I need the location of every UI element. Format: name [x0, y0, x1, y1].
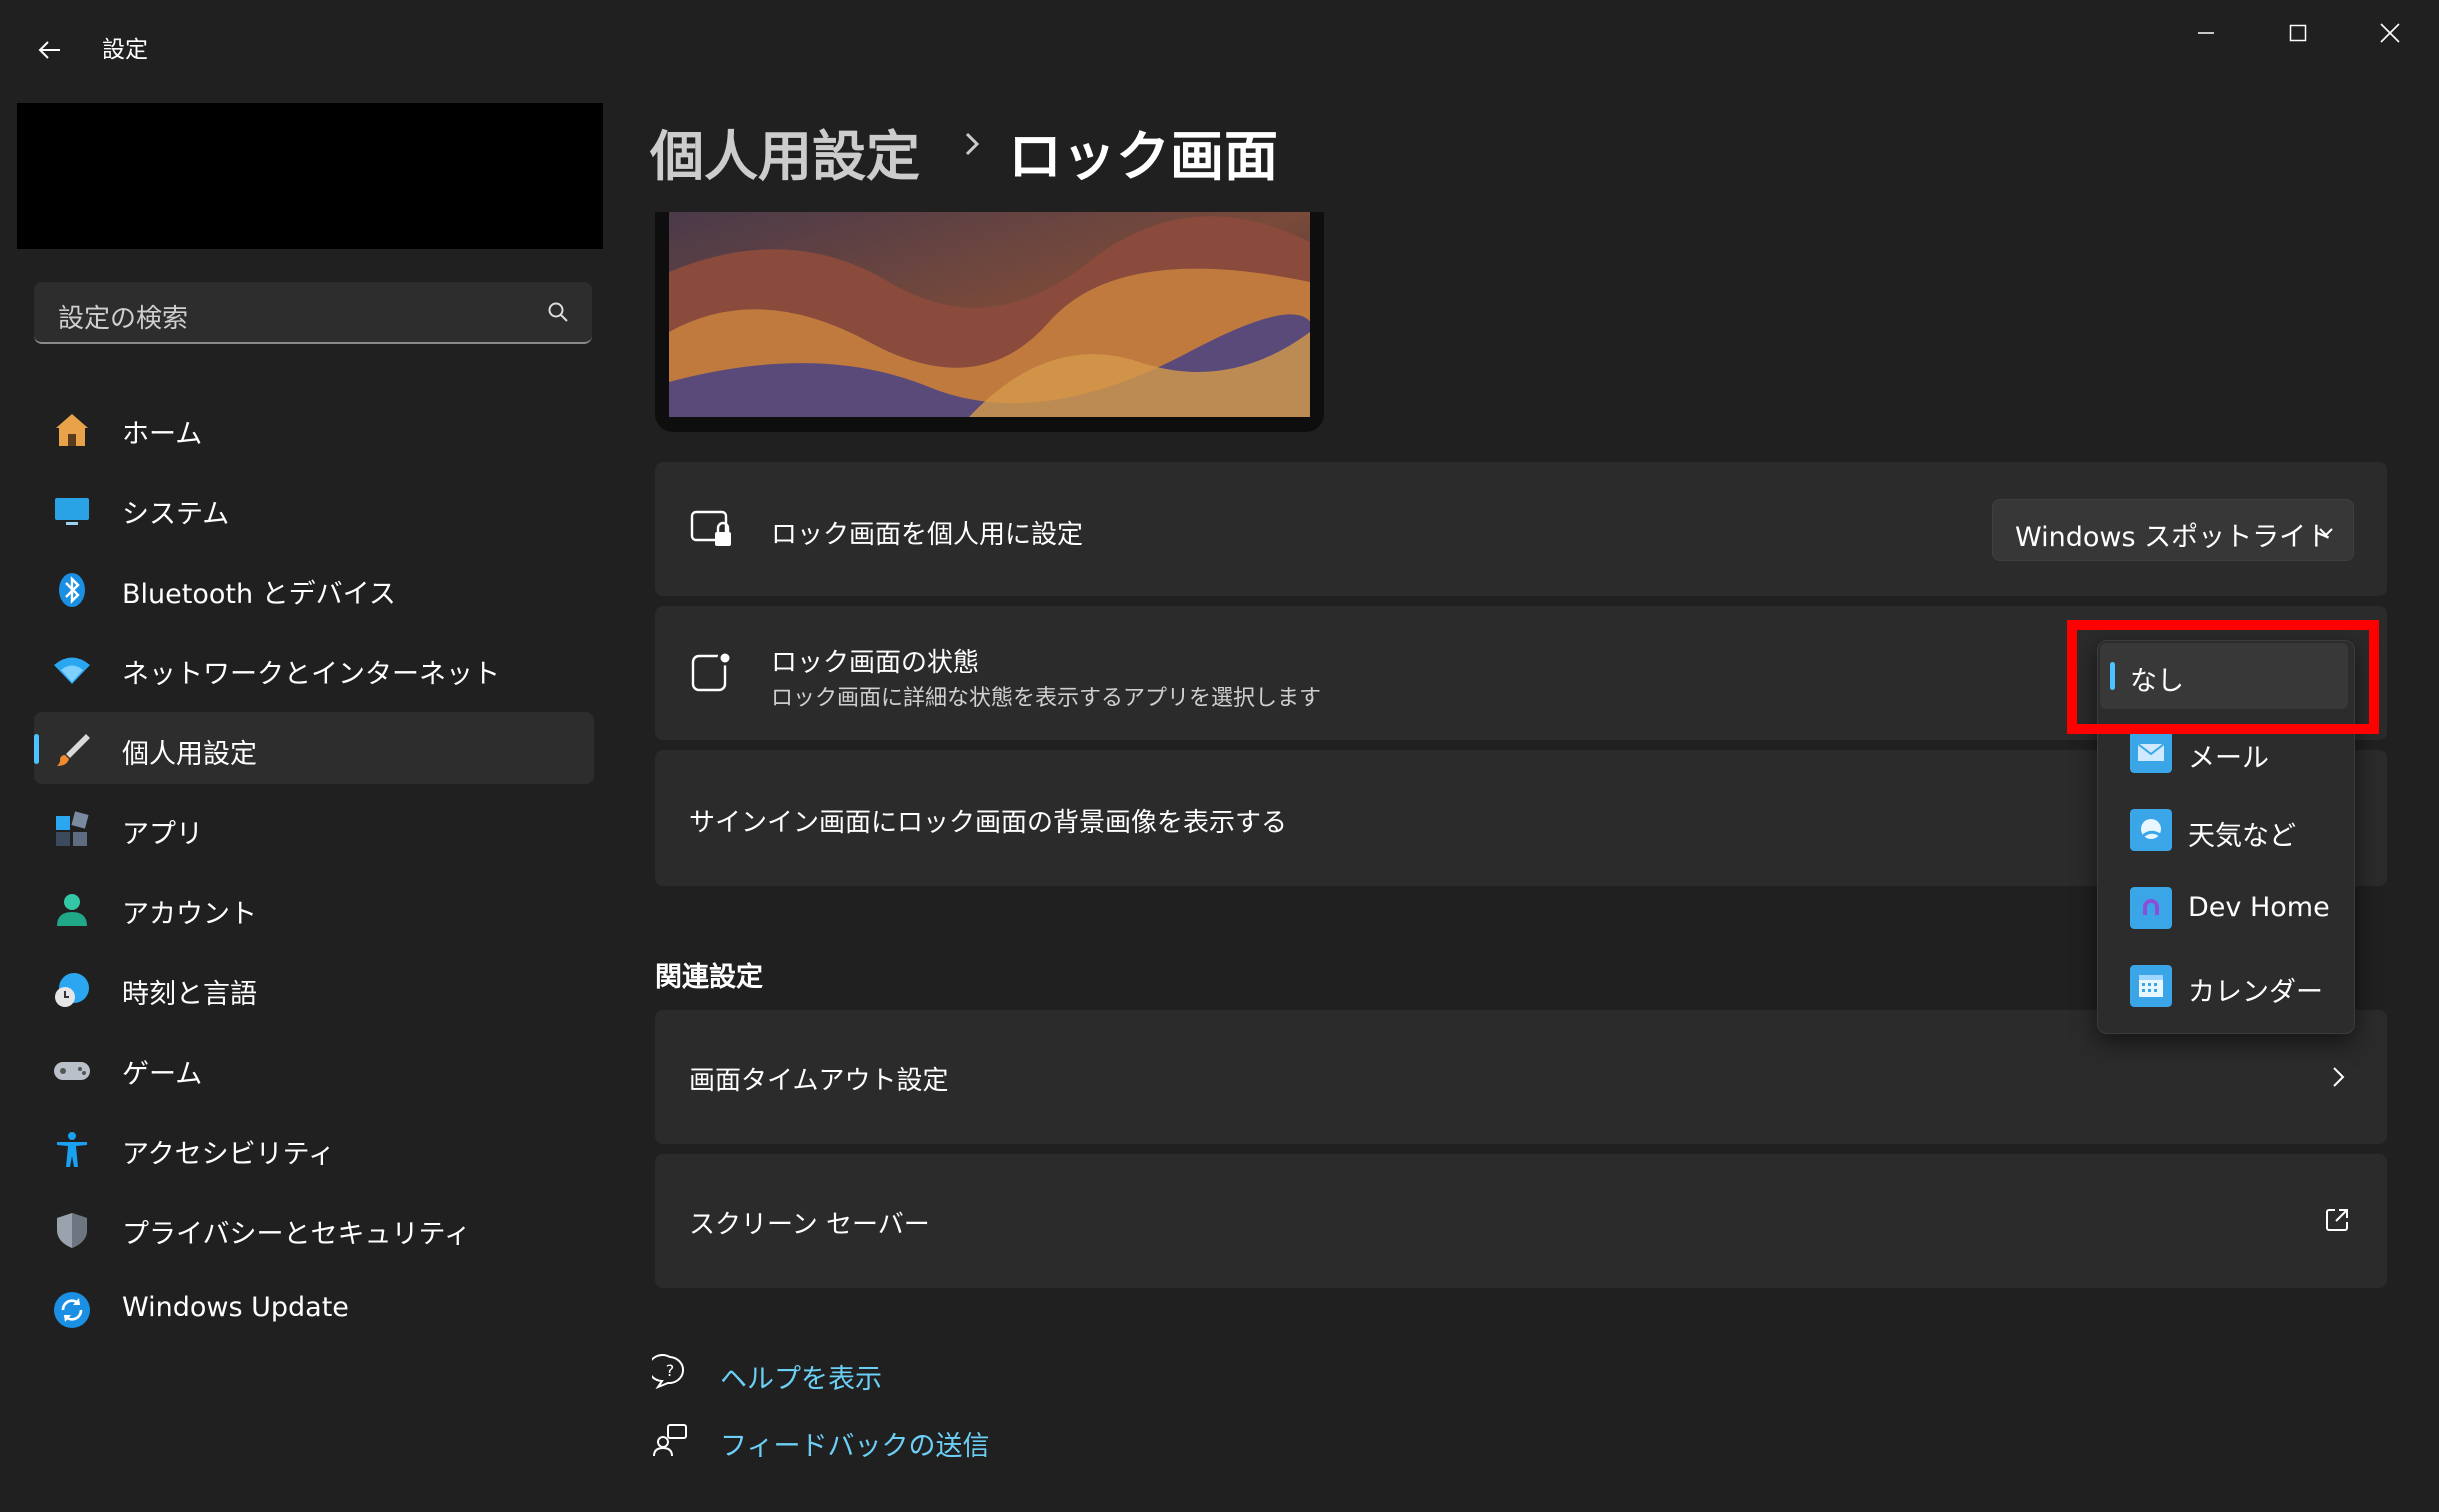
sidebar-item-bluetooth[interactable]: Bluetooth とデバイス — [34, 552, 594, 624]
help-icon: ? — [652, 1354, 685, 1390]
user-profile-card[interactable] — [17, 103, 603, 249]
calendar-icon — [2130, 965, 2172, 1007]
minimize-button[interactable] — [2160, 0, 2252, 66]
sidebar-item-personalization[interactable]: 個人用設定 — [34, 712, 594, 784]
menu-item-dev-home[interactable]: Dev Home — [2112, 880, 2352, 936]
sidebar-item-label: ゲーム — [122, 1059, 203, 1090]
sidebar-item-apps[interactable]: アプリ — [34, 792, 594, 864]
maximize-button[interactable] — [2252, 0, 2344, 66]
brush-icon — [57, 734, 90, 766]
svg-text:?: ? — [666, 1361, 675, 1380]
card-title: ロック画面の状態 — [771, 648, 980, 678]
gaming-icon — [54, 1062, 90, 1080]
home-icon — [56, 414, 88, 446]
menu-item-weather[interactable]: 天気など — [2112, 802, 2352, 858]
sidebar-item-windows-update[interactable]: Windows Update — [34, 1272, 594, 1344]
card-subtitle: ロック画面に詳細な状態を表示するアプリを選択します — [771, 686, 1322, 711]
search-box[interactable]: 設定の検索 — [34, 282, 592, 344]
apps-icon — [56, 811, 89, 846]
sidebar-item-label: アプリ — [122, 819, 203, 850]
update-icon — [54, 1292, 90, 1328]
app-title: 設定 — [102, 37, 148, 63]
sidebar-item-label: ネットワークとインターネット — [122, 659, 500, 690]
feedback-icon — [653, 1424, 687, 1457]
sidebar-item-label: アカウント — [122, 899, 257, 930]
page-title: ロック画面 — [1008, 125, 1278, 188]
menu-item-label: 天気など — [2188, 821, 2296, 852]
account-icon — [57, 894, 87, 926]
card-title: サインイン画面にロック画面の背景画像を表示する — [689, 808, 1288, 838]
close-icon — [2380, 23, 2400, 43]
sidebar-item-label: 個人用設定 — [122, 739, 257, 770]
search-input[interactable]: 設定の検索 — [58, 298, 188, 335]
card-title: スクリーン セーバー — [689, 1210, 930, 1240]
lock-screen-preview — [655, 212, 1324, 432]
external-link-icon — [2326, 1209, 2348, 1231]
sidebar-item-label: プライバシーとセキュリティ — [122, 1219, 471, 1250]
chevron-down-icon — [2319, 528, 2333, 537]
sidebar-item-network[interactable]: ネットワークとインターネット — [34, 632, 594, 704]
chevron-right-icon — [965, 132, 980, 156]
shield-icon — [57, 1213, 87, 1248]
lock-screen-status-icon — [691, 650, 733, 692]
screen-saver-link[interactable]: スクリーン セーバー — [655, 1154, 2387, 1288]
network-icon — [54, 657, 90, 684]
related-settings-heading: 関連設定 — [655, 962, 763, 993]
mail-icon — [2130, 731, 2172, 773]
weather-icon — [2130, 809, 2172, 851]
search-icon — [548, 302, 568, 322]
chevron-right-icon — [2333, 1067, 2345, 1087]
accessibility-icon — [57, 1132, 87, 1167]
sidebar-item-time-language[interactable]: 時刻と言語 — [34, 952, 594, 1024]
title-bar: 設定 — [0, 0, 2439, 95]
card-title: ロック画面を個人用に設定 — [771, 520, 1084, 550]
menu-item-label: Dev Home — [2188, 892, 2330, 923]
system-icon — [55, 498, 89, 525]
sidebar-item-accounts[interactable]: アカウント — [34, 872, 594, 944]
breadcrumb-parent[interactable]: 個人用設定 — [650, 112, 920, 191]
sidebar-item-accessibility[interactable]: アクセシビリティ — [34, 1112, 594, 1184]
menu-item-label: カレンダー — [2188, 977, 2323, 1008]
back-button[interactable] — [22, 22, 78, 78]
sidebar-item-label: システム — [122, 499, 230, 530]
menu-item-calendar[interactable]: カレンダー — [2112, 958, 2352, 1014]
sidebar-item-system[interactable]: システム — [34, 472, 594, 544]
sidebar-item-home[interactable]: ホーム — [34, 392, 594, 464]
sidebar-item-privacy[interactable]: プライバシーとセキュリティ — [34, 1192, 594, 1264]
sidebar-item-label: Bluetooth とデバイス — [122, 579, 396, 610]
sidebar-item-gaming[interactable]: ゲーム — [34, 1032, 594, 1104]
annotation-highlight-box — [2067, 620, 2379, 734]
help-link[interactable]: ヘルプを表示 — [720, 1357, 882, 1396]
menu-item-label: メール — [2188, 743, 2269, 774]
sidebar-item-label: ホーム — [122, 419, 203, 450]
close-button[interactable] — [2344, 0, 2436, 66]
dropdown-value: Windows スポットライト — [2015, 522, 2334, 553]
lock-screen-background-dropdown[interactable]: Windows スポットライト — [1992, 499, 2354, 561]
maximize-icon — [2289, 24, 2307, 42]
minimize-icon — [2198, 32, 2214, 34]
lock-screen-icon — [690, 510, 731, 546]
back-arrow-icon — [38, 41, 60, 59]
sidebar-item-label: Windows Update — [122, 1292, 349, 1323]
bluetooth-icon — [59, 573, 85, 607]
feedback-link[interactable]: フィードバックの送信 — [720, 1424, 989, 1463]
preview-wallpaper-image — [669, 212, 1310, 417]
dev-home-icon — [2130, 887, 2172, 929]
time-language-icon — [55, 973, 89, 1007]
selection-indicator — [34, 734, 39, 764]
sidebar-item-label: 時刻と言語 — [122, 979, 257, 1010]
sidebar-item-label: アクセシビリティ — [122, 1139, 336, 1170]
card-title: 画面タイムアウト設定 — [689, 1066, 949, 1096]
